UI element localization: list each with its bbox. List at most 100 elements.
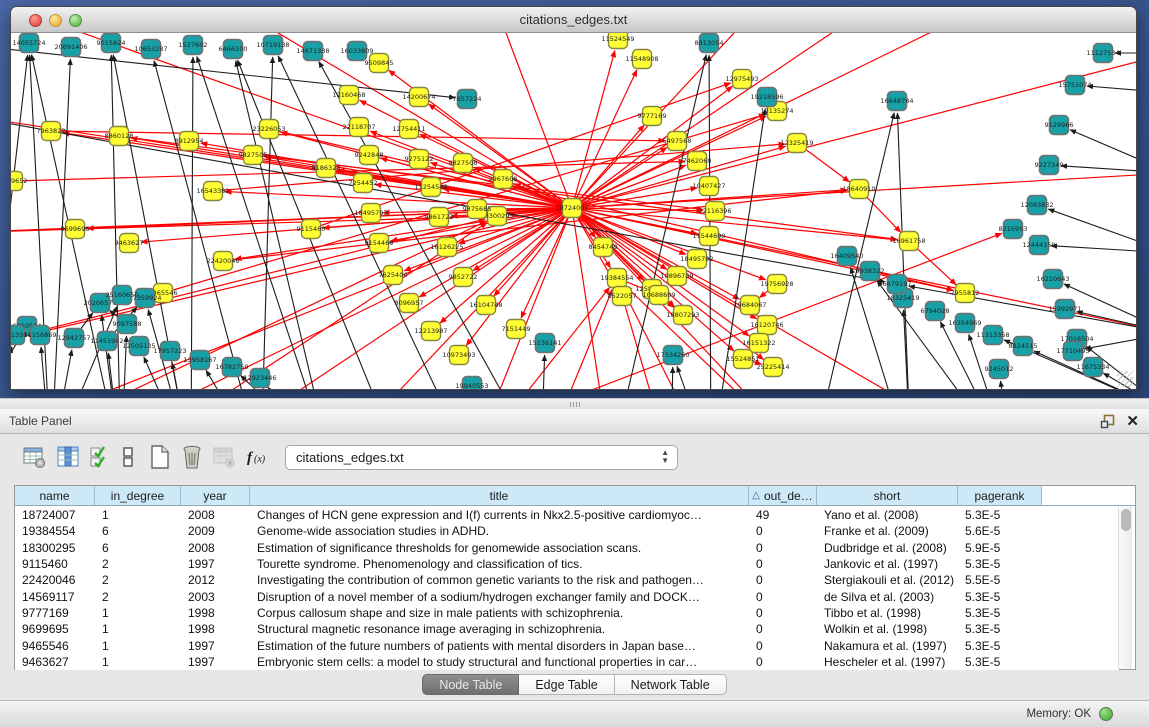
table-cell[interactable]: 0 — [749, 637, 817, 653]
delete-column-icon[interactable] — [178, 443, 206, 471]
new-table-icon[interactable] — [146, 443, 174, 471]
table-row[interactable]: 977716911998Corpus callosum shape and si… — [15, 605, 1119, 621]
table-row[interactable]: 1830029562008Estimation of significance … — [15, 540, 1119, 556]
graph-svg[interactable]: 1872400718300295193845549509845121604682… — [11, 33, 1136, 390]
table-cell[interactable]: de Silva et al. (2003) — [817, 588, 958, 604]
table-cell[interactable]: Tibbo et al. (1998) — [817, 605, 958, 621]
table-cell[interactable]: Jankovic et al. (1997) — [817, 556, 958, 572]
table-settings-icon[interactable] — [20, 443, 48, 471]
close-panel-icon[interactable]: ✕ — [1126, 412, 1139, 430]
float-window-icon[interactable] — [1100, 414, 1115, 429]
table-cell[interactable]: 2009 — [181, 523, 250, 539]
graph-edge[interactable] — [113, 55, 191, 390]
panel-splitter[interactable] — [0, 398, 1149, 409]
table-cell[interactable]: Investigating the contribution of common… — [250, 572, 749, 588]
table-cell[interactable]: 2008 — [181, 540, 250, 556]
table-cell[interactable]: 5.3E-5 — [958, 605, 1042, 621]
table-cell[interactable]: Wolkin et al. (1998) — [817, 621, 958, 637]
table-row[interactable]: 946362711997Embryonic stem cells: a mode… — [15, 654, 1119, 670]
delete-table-icon[interactable] — [210, 443, 238, 471]
network-window-titlebar[interactable]: citations_edges.txt — [11, 7, 1136, 33]
table-cell[interactable]: 5.3E-5 — [958, 654, 1042, 670]
table-cell[interactable]: Structural magnetic resonance image aver… — [250, 621, 749, 637]
table-cell[interactable]: 2012 — [181, 572, 250, 588]
table-cell[interactable]: Disruption of a novel member of a sodium… — [250, 588, 749, 604]
table-cell[interactable]: 5.3E-5 — [958, 507, 1042, 523]
column-checklist-icon[interactable] — [86, 443, 114, 471]
table-cell[interactable]: Franke et al. (2009) — [817, 523, 958, 539]
table-cell[interactable]: 1997 — [181, 637, 250, 653]
tab-edge-table[interactable]: Edge Table — [519, 674, 614, 695]
table-cell[interactable]: 22420046 — [15, 572, 95, 588]
table-cell[interactable]: 6 — [95, 540, 181, 556]
table-cell[interactable]: Yano et al. (2008) — [817, 507, 958, 523]
table-row[interactable]: 969969511998Structural magnetic resonanc… — [15, 621, 1119, 637]
table-cell[interactable]: 9777169 — [15, 605, 95, 621]
graph-edge[interactable] — [572, 33, 763, 208]
table-cell[interactable]: 1 — [95, 507, 181, 523]
table-cell[interactable]: 1998 — [181, 605, 250, 621]
table-cell[interactable]: 0 — [749, 556, 817, 572]
table-cell[interactable]: 0 — [749, 572, 817, 588]
network-window[interactable]: citations_edges.txt 18724007183002951938… — [10, 6, 1137, 390]
table-cell[interactable]: 9463627 — [15, 654, 95, 670]
table-row[interactable]: 911546021997Tourette syndrome. Phenomeno… — [15, 556, 1119, 572]
table-cell[interactable]: 1997 — [181, 654, 250, 670]
table-row[interactable]: 1456911722003Disruption of a novel membe… — [15, 588, 1119, 604]
table-cell[interactable]: 5.3E-5 — [958, 588, 1042, 604]
table-cell[interactable]: 19384554 — [15, 523, 95, 539]
table-cell[interactable]: 9699695 — [15, 621, 95, 637]
table-cell[interactable]: 2 — [95, 588, 181, 604]
table-selector-combobox[interactable]: citations_edges.txt ▲▼ — [285, 445, 678, 470]
table-cell[interactable]: Tourette syndrome. Phenomenology and cla… — [250, 556, 749, 572]
table-cell[interactable]: 49 — [749, 507, 817, 523]
network-canvas[interactable]: 1872400718300295193845549509845121604682… — [11, 33, 1136, 390]
table-row[interactable]: 1938455462009Genome-wide association stu… — [15, 523, 1119, 539]
table-cell[interactable]: Nakamura et al. (1997) — [817, 637, 958, 653]
table-cell[interactable]: 2 — [95, 572, 181, 588]
table-cell[interactable]: Corpus callosum shape and size in male p… — [250, 605, 749, 621]
graph-edge[interactable] — [268, 387, 331, 390]
column-header-short[interactable]: short — [817, 486, 958, 505]
table-cell[interactable]: Dudbridge et al. (2008) — [817, 540, 958, 556]
table-cell[interactable]: Estimation of significance thresholds fo… — [250, 540, 749, 556]
table-cell[interactable]: 18300295 — [15, 540, 95, 556]
graph-edge[interactable] — [897, 113, 911, 390]
table-cell[interactable]: 1 — [95, 654, 181, 670]
tab-node-table[interactable]: Node Table — [422, 674, 519, 695]
graph-edge[interactable] — [671, 367, 673, 390]
graph-edge[interactable] — [1051, 246, 1136, 253]
splitter-handle-icon[interactable] — [570, 402, 580, 407]
graph-edge[interactable] — [709, 55, 711, 390]
table-cell[interactable]: 0 — [749, 654, 817, 670]
table-cell[interactable]: 0 — [749, 540, 817, 556]
graph-edge[interactable] — [1061, 166, 1136, 173]
table-cell[interactable]: 0 — [749, 605, 817, 621]
graph-edge[interactable] — [611, 55, 706, 390]
table-cell[interactable]: 5.5E-5 — [958, 572, 1042, 588]
table-row[interactable]: 946554611997Estimation of the future num… — [15, 637, 1119, 653]
table-cell[interactable]: 0 — [749, 588, 817, 604]
table-cell[interactable]: Estimation of the future numbers of pati… — [250, 637, 749, 653]
table-cell[interactable]: 1 — [95, 605, 181, 621]
function-builder-icon[interactable]: f(x) — [244, 443, 278, 471]
table-cell[interactable]: 0 — [749, 621, 817, 637]
table-cell[interactable]: 5.3E-5 — [958, 637, 1042, 653]
window-resize-grip[interactable] — [1117, 371, 1133, 387]
table-cell[interactable]: 14569117 — [15, 588, 95, 604]
table-row[interactable]: 2242004622012Investigating the contribut… — [15, 572, 1119, 588]
column-header-pagerank[interactable]: pagerank — [958, 486, 1042, 505]
table-cell[interactable]: 2003 — [181, 588, 250, 604]
table-cell[interactable]: 5.6E-5 — [958, 523, 1042, 539]
table-cell[interactable]: 5.3E-5 — [958, 556, 1042, 572]
scrollbar-thumb[interactable] — [1121, 509, 1131, 531]
table-cell[interactable]: Stergiakouli et al. (2012) — [817, 572, 958, 588]
graph-edge[interactable] — [51, 350, 72, 390]
row-height-icon[interactable] — [114, 443, 142, 471]
table-cell[interactable]: 5.9E-5 — [958, 540, 1042, 556]
table-vertical-scrollbar[interactable] — [1118, 507, 1132, 669]
tab-network-table[interactable]: Network Table — [615, 674, 727, 695]
table-cell[interactable]: 5.3E-5 — [958, 621, 1042, 637]
table-cell[interactable]: Embryonic stem cells: a model to study s… — [250, 654, 749, 670]
table-cell[interactable]: 9115460 — [15, 556, 95, 572]
